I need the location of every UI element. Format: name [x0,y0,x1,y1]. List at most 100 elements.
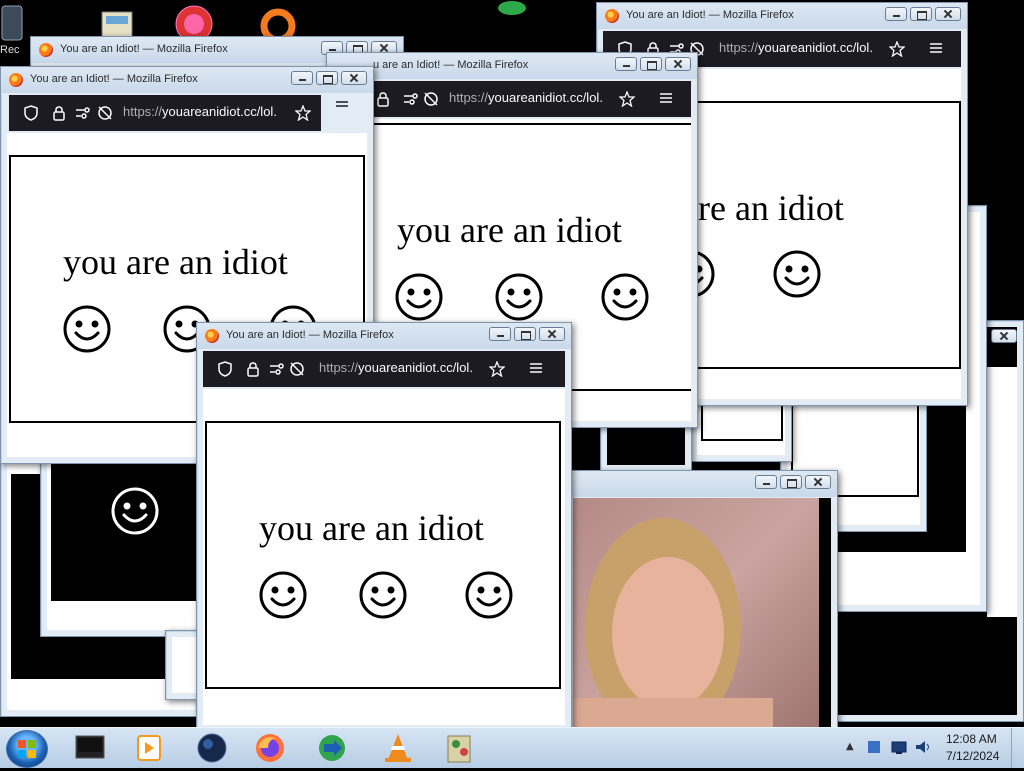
hamburger-menu-icon[interactable] [529,361,543,379]
lock-icon[interactable] [375,91,391,111]
taskbar-media-player[interactable] [120,730,176,766]
url-protocol: https:// [123,104,163,119]
tracking-protection-icon[interactable] [97,105,113,125]
permissions-icon[interactable] [403,91,419,111]
smiley-face-icon [395,273,443,321]
firefox-icon [39,43,53,57]
taskbar-globe-app[interactable] [184,730,240,766]
clock-time[interactable]: 12:08 AM [946,732,997,746]
idiot-panel [51,461,215,601]
smiley-face-icon [601,273,649,321]
tray-app-icon[interactable] [866,739,882,759]
window-title: You are an Idiot! — Mozilla Firefox [60,43,228,55]
minimize-button[interactable] [291,71,313,85]
minimize-button[interactable] [755,475,777,489]
video-frame [573,498,819,731]
tracking-protection-icon[interactable] [423,91,439,111]
title-bar[interactable]: You are an Idiot! — Mozilla Firefox [1,67,373,93]
url-protocol: https:// [449,90,489,105]
window-title: u are an Idiot! — Mozilla Firefox [373,59,529,71]
lock-icon[interactable] [51,105,67,125]
idiot-message: you are an idiot [259,508,484,548]
window-title: You are an Idiot! — Mozilla Firefox [30,73,198,85]
url-domain: youareanidiot.cc/lol. [358,360,473,375]
minimize-button[interactable] [615,57,637,71]
background-popup-window[interactable] [40,450,222,637]
hamburger-menu-icon[interactable] [335,99,349,117]
close-button[interactable] [991,329,1017,343]
idiot-panel: you are an idiot [205,421,561,689]
taskbar-paint-app[interactable] [432,730,488,766]
shield-icon[interactable] [23,105,39,125]
media-popup-window[interactable] [566,470,838,732]
idiot-message: you are an idiot [63,242,288,282]
popup-window-front[interactable]: You are an Idiot! — Mozilla Firefox http… [196,322,572,732]
smiley-face-icon [63,305,111,353]
navigation-toolbar: https://youareanidiot.cc/lol. [333,81,691,117]
desktop-icon-app-green[interactable] [490,0,534,36]
maximize-button[interactable] [780,475,802,489]
network-icon[interactable] [890,739,908,759]
maximize-button[interactable] [514,327,536,341]
navigation-toolbar: https://youareanidiot.cc/lol. [203,351,565,387]
bookmark-star-icon[interactable] [618,90,636,111]
firefox-icon [205,329,219,343]
maximize-button[interactable] [910,7,932,21]
desktop-icon-app-orange[interactable] [256,4,300,44]
start-button[interactable] [6,730,48,768]
close-button[interactable] [665,57,691,71]
taskbar-vlc[interactable] [370,730,426,766]
desktop-icon-recycle[interactable] [0,0,44,41]
show-desktop-button[interactable] [1011,728,1024,768]
minimize-button[interactable] [885,7,907,21]
taskbar: ▲ 12:08 AM 7/12/2024 [0,727,1024,768]
bookmark-star-icon[interactable] [888,40,906,61]
hamburger-menu-icon[interactable] [929,41,943,59]
taskbar-firefox[interactable] [242,730,298,766]
close-button[interactable] [539,327,565,341]
smiley-face-icon [465,571,513,619]
window-title: You are an Idiot! — Mozilla Firefox [626,9,794,21]
navigation-toolbar: https://youareanidiot.cc/lol. [9,95,321,131]
url-bar[interactable]: https://youareanidiot.cc/lol. [319,360,487,375]
hamburger-menu-icon[interactable] [659,91,673,109]
clock-date[interactable]: 7/12/2024 [946,749,999,763]
maximize-button[interactable] [640,57,662,71]
firefox-icon [605,9,619,23]
taskbar-internet-download-manager[interactable] [304,730,360,766]
idiot-message: you are an idiot [397,210,622,250]
volume-icon[interactable] [914,739,932,759]
desktop-icon-app-red[interactable] [170,2,214,43]
url-domain: youareanidiot.cc/lol. [162,104,277,119]
close-button[interactable] [341,71,367,85]
firefox-icon [9,73,23,87]
shield-icon[interactable] [217,361,233,381]
bookmark-star-icon[interactable] [488,360,506,381]
title-bar[interactable] [567,471,837,497]
title-bar[interactable]: You are an Idiot! — Mozilla Firefox [597,3,967,29]
url-protocol: https:// [319,360,359,375]
show-hidden-icons-button[interactable]: ▲ [846,741,854,752]
url-bar[interactable]: https://youareanidiot.cc/lol. [719,40,887,55]
maximize-button[interactable] [316,71,338,85]
url-protocol: https:// [719,40,759,55]
close-button[interactable] [805,475,831,489]
taskbar-desktop-app[interactable] [62,730,118,766]
firefox-icon [256,734,284,762]
tracking-protection-icon[interactable] [289,361,305,381]
permissions-icon[interactable] [269,361,285,381]
url-bar[interactable]: https://youareanidiot.cc/lol. [123,104,291,119]
lock-icon[interactable] [245,361,261,381]
smiley-face-icon [259,571,307,619]
minimize-button[interactable] [489,327,511,341]
smiley-face-icon [495,273,543,321]
window-title: You are an Idiot! — Mozilla Firefox [226,329,394,341]
title-bar[interactable]: You are an Idiot! — Mozilla Firefox [197,323,571,349]
url-bar[interactable]: https://youareanidiot.cc/lol. [449,90,619,105]
vlc-cone-icon [385,734,411,762]
close-button[interactable] [935,7,961,21]
bookmark-star-icon[interactable] [294,104,312,125]
title-bar[interactable]: u are an Idiot! — Mozilla Firefox [327,53,697,79]
permissions-icon[interactable] [75,105,91,125]
smiley-face-icon [359,571,407,619]
